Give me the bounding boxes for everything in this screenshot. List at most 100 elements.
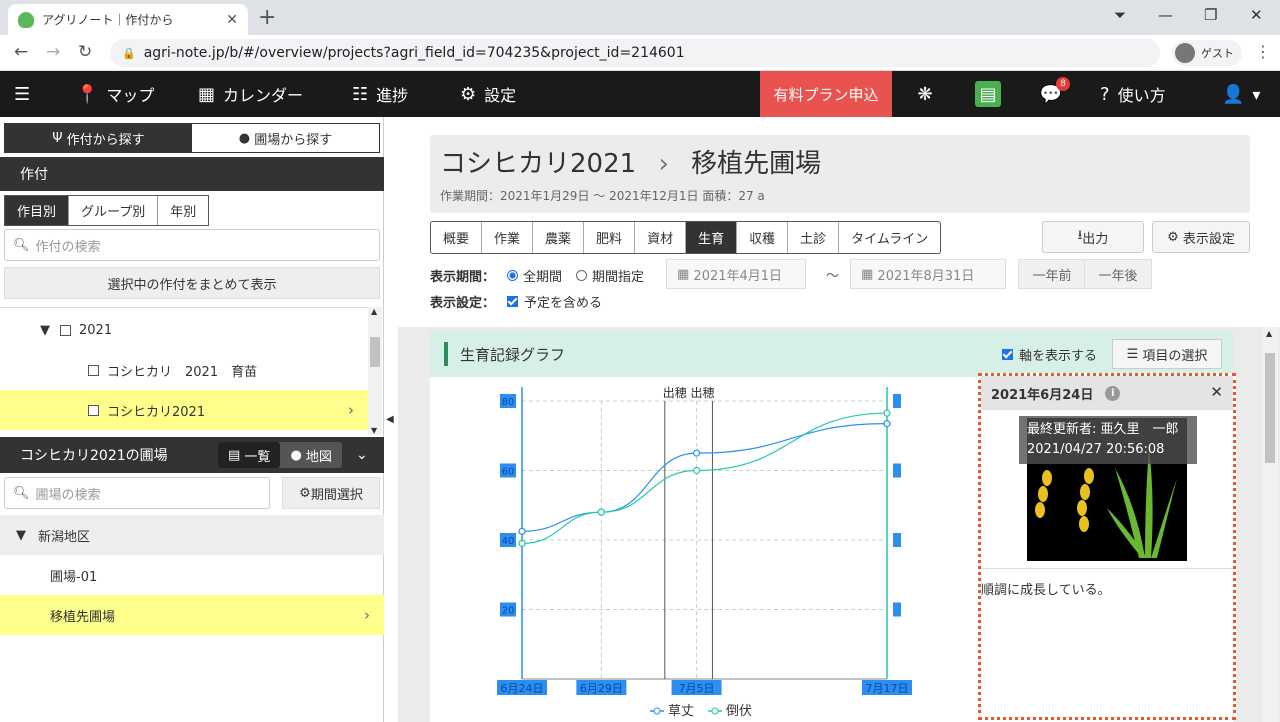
sidebar-toggle-icon[interactable]: ☰ [14,71,38,117]
data-point [597,508,605,516]
browser-tab-bar: アグリノート｜作付から ✕ + ⏷ — ❐ ✕ [0,0,1280,35]
scrollbar-thumb[interactable] [370,337,380,367]
profile-dropdown-icon[interactable]: ⏷ [1114,6,1126,24]
tab-harvest[interactable]: 収穫 [737,222,789,253]
window-close-icon[interactable]: ✕ [1250,6,1263,24]
menu-icon[interactable]: ⋮ [1255,42,1271,61]
tree-item-seedling[interactable]: コシヒカリ 2021 育苗 [0,350,368,390]
close-icon[interactable]: ✕ [1210,383,1223,401]
include-planned-checkbox[interactable] [507,295,519,307]
pin-icon: ● [238,130,255,146]
back-icon[interactable]: ← [14,42,28,62]
caret-down-icon[interactable]: ▼ [16,528,26,543]
crop-search-input[interactable]: 🔍︎ 作付の検索 [4,229,380,261]
tab-pesticide[interactable]: 農薬 [533,222,585,253]
legend-marker [711,707,719,715]
checkbox[interactable] [88,404,99,416]
date-from-input[interactable]: ▦ 2021年4月1日 [666,259,806,289]
nav-progress[interactable]: ☷ 進捗 [352,71,408,117]
prev-year-button[interactable]: 一年前 [1018,259,1086,289]
data-point [518,527,526,535]
section-tabs: 概要 作業 農薬 肥料 資材 生育 収穫 土診 タイムライン [430,221,942,254]
tab-timeline[interactable]: タイムライン [839,222,940,253]
select-items-button[interactable]: ☰ 項目の選択 [1112,339,1222,369]
chevron-right-icon: › [658,149,669,179]
tab-by-year[interactable]: 年別 [158,196,208,225]
gear-icon: ⚙ [460,83,477,105]
field-item[interactable]: 圃場-01 [0,555,384,595]
page-title-box: コシヒカリ2021 › 移植先圃場 作業期間：2021年1月29日 ～ 2021… [430,135,1250,213]
scroll-up-icon[interactable]: ▲ [1266,329,1272,338]
guest-profile-button[interactable]: ゲスト [1172,40,1242,66]
tab-growth[interactable]: 生育 [686,222,738,253]
tab-work[interactable]: 作業 [482,222,534,253]
scrollbar-thumb[interactable] [1265,353,1275,463]
caret-down-icon[interactable]: ▼ [40,323,50,338]
display-settings-button[interactable]: ⚙ 表示設定 [1152,221,1250,253]
tab-material[interactable]: 資材 [635,222,687,253]
tab-by-crop-type[interactable]: 作目別 [5,196,70,225]
nav-calendar[interactable]: ▦ カレンダー [198,71,303,117]
record-book-icon[interactable]: ▤ [975,81,1001,107]
restore-icon[interactable]: ❐ [1204,6,1217,24]
date-to-input[interactable]: ▦ 2021年8月31日 [850,259,1006,289]
field-item-selected[interactable]: 移植先圃場 › [0,595,384,635]
page-title: コシヒカリ2021 › 移植先圃場 [440,149,822,179]
tree-item-koshihikari-2021[interactable]: コシヒカリ2021 › [0,390,368,430]
info-icon[interactable]: i [1105,385,1121,401]
page-subtitle: 作業期間：2021年1月29日 ～ 2021年12月1日 面積：27 a [440,189,765,203]
notification-icon[interactable]: 💬 8 [1038,77,1070,107]
url-field[interactable]: 🔒 agri-note.jp/b/#/overview/projects?agr… [110,39,1160,67]
guest-label: ゲスト [1201,47,1234,60]
y-tick-label: 80 [502,397,515,408]
nav-settings[interactable]: ⚙ 設定 [460,71,516,117]
period-row: 表示期間： 全期間 期間指定 [430,269,645,285]
paid-plan-button[interactable]: 有料プラン申込 [760,71,892,117]
nav-map[interactable]: 📍 マップ [76,71,154,117]
list-view-button[interactable]: ▤ 一覧 [218,442,281,468]
growth-chart: 出穂 出穂 20 40 60 80 6月24日 6月29日 7月5日 7月17日草丈 倒伏 [497,386,912,719]
minimize-icon[interactable]: — [1158,6,1173,24]
browser-tab[interactable]: アグリノート｜作付から ✕ [8,4,248,35]
field-group-niigata[interactable]: ▼ 新潟地区 [0,515,384,555]
nav-help[interactable]: ? 使い方 [1100,71,1166,117]
new-tab-icon[interactable]: + [258,5,276,30]
list-icon: ▤ [228,447,245,463]
tab-fertilizer[interactable]: 肥料 [584,222,636,253]
radio-specify-period[interactable] [576,269,588,281]
show-selected-crops-button[interactable]: 選択中の作付をまとめて表示 [4,267,380,299]
tab-title: アグリノート｜作付から [42,13,174,27]
y-tick-label: 60 [502,467,515,478]
y2-tick-box [893,394,901,408]
tab-search-by-crop[interactable]: Ψ 作付から探す [5,124,192,152]
scroll-up-icon[interactable]: ▲ [371,307,377,316]
show-axis-checkbox[interactable] [1002,349,1013,360]
period-select-button[interactable]: ⚙ 期間選択 [282,477,380,509]
tree-item-2021[interactable]: ▼ 2021 [0,310,368,350]
tree-scrollbar[interactable]: ▲ ▼ [368,307,382,435]
main-scrollbar[interactable]: ▲ [1262,327,1278,722]
tab-by-group[interactable]: グループ別 [69,196,159,225]
map-view-button[interactable]: ● 地図 [280,442,342,468]
tab-search-by-field[interactable]: ● 圃場から探す [192,124,379,152]
fields-section-header: コシヒカリ2021の圃場 ▤ 一覧 ● 地図 ⌄ [0,437,384,473]
radio-all-period[interactable] [507,269,519,281]
show-axis-toggle[interactable]: 軸を表示する [1002,345,1097,364]
user-menu-icon[interactable]: 👤 ▾ [1222,71,1260,117]
avatar-icon [1175,43,1195,63]
field-search-input[interactable]: 🔍︎ 圃場の検索 [4,477,270,509]
export-button[interactable]: ⭳ 出力 [1042,221,1144,253]
collapse-sidebar-icon[interactable]: ◀ [386,414,394,425]
data-point [692,466,701,475]
forward-icon[interactable]: → [46,42,60,62]
checkbox[interactable] [88,364,99,376]
chevron-down-icon[interactable]: ⌄ [356,447,368,463]
rice-logo-icon[interactable]: ❋ [912,81,938,107]
reload-icon[interactable]: ↻ [78,42,92,62]
scroll-down-icon[interactable]: ▼ [371,426,377,435]
tab-soil[interactable]: 土診 [788,222,840,253]
next-year-button[interactable]: 一年後 [1084,259,1152,289]
tab-overview[interactable]: 概要 [431,222,483,253]
close-tab-icon[interactable]: ✕ [226,12,238,28]
checkbox[interactable] [60,324,71,336]
